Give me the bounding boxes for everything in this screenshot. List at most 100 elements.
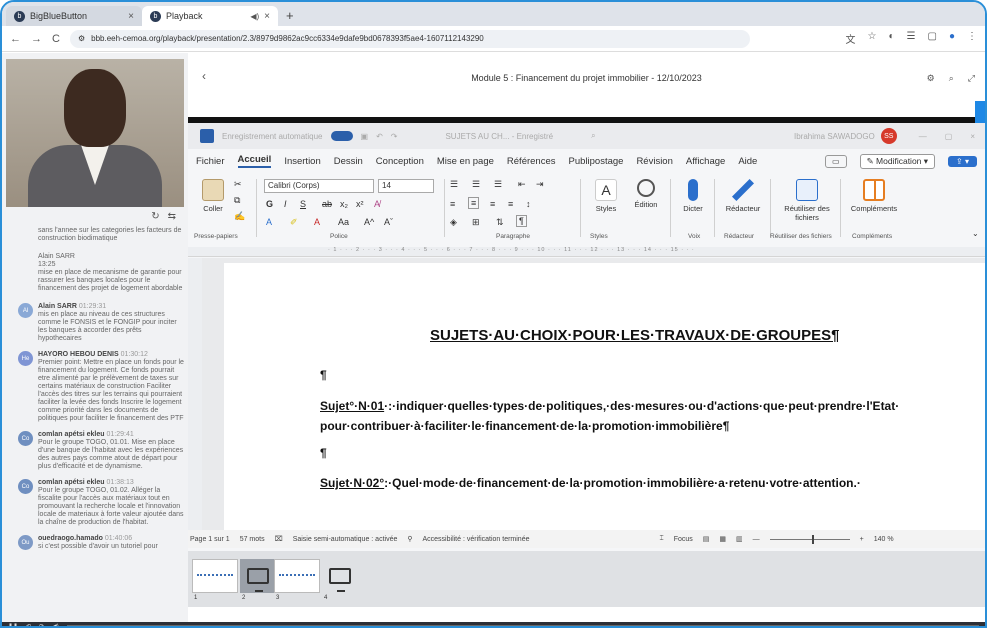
read-mode-icon[interactable]: ▤ [703, 535, 710, 543]
menu-dots-icon[interactable]: ⋮ [967, 31, 977, 46]
bookmark-star-icon[interactable]: ☆ [868, 31, 877, 46]
bullets-icon[interactable]: ☰ [450, 179, 458, 190]
web-layout-icon[interactable]: ▥ [736, 535, 743, 543]
italic-button[interactable]: I [284, 199, 287, 209]
close-icon[interactable]: × [264, 11, 270, 22]
skip-back-icon[interactable]: ↶ [26, 623, 31, 627]
edition-button[interactable]: Édition [628, 179, 664, 209]
zoom-slider[interactable] [769, 534, 850, 544]
bold-button[interactable]: G [266, 199, 273, 209]
extensions-icon[interactable]: ◐ [888, 31, 894, 46]
undo-icon[interactable]: ↶ [376, 132, 383, 141]
fullscreen-toggle[interactable] [975, 101, 985, 123]
share-button[interactable]: ⇪ ▾ [948, 155, 977, 167]
clear-format-icon[interactable]: A̸ [374, 199, 380, 209]
font-name-select[interactable]: Calibri (Corps) [264, 179, 374, 193]
editing-mode-button[interactable]: ✎ Modification ▾ [859, 153, 936, 169]
paste-button[interactable]: Coller [198, 179, 228, 213]
sort-icon[interactable]: ⇅ [496, 217, 504, 228]
menu-revision[interactable]: Révision [636, 156, 672, 167]
align-left-icon[interactable]: ≡ [450, 199, 455, 209]
search-icon[interactable]: ⌕ [949, 73, 954, 84]
change-case-icon[interactable]: Aa [338, 217, 349, 227]
copy-icon[interactable]: ⧉ [234, 195, 240, 206]
restore-icon[interactable]: ▢ [945, 132, 953, 141]
underline-button[interactable]: S [300, 199, 306, 209]
zoom-in-button[interactable]: + [860, 536, 864, 543]
addins-button[interactable]: Compléments [846, 179, 902, 213]
menu-affichage[interactable]: Affichage [686, 156, 725, 167]
focus-icon[interactable]: ⌶ [660, 535, 664, 543]
skip-forward-icon[interactable]: ↷ [39, 623, 44, 627]
comments-button[interactable]: ▭ [825, 154, 847, 168]
document-page[interactable]: SUJETS·AU·CHOIX·POUR·LES·TRAVAUX·DE·GROU… [224, 263, 985, 530]
focus-label[interactable]: Focus [674, 536, 693, 543]
numbering-icon[interactable]: ☰ [472, 179, 480, 190]
slide-thumbnail[interactable] [192, 559, 238, 593]
pause-icon[interactable]: ❚❚ [8, 623, 18, 627]
menu-aide[interactable]: Aide [738, 156, 757, 167]
autosave-toggle[interactable] [330, 131, 353, 141]
font-color-icon[interactable]: A [314, 217, 320, 227]
superscript-button[interactable]: x² [356, 199, 364, 209]
redo-icon[interactable]: ↷ [391, 132, 398, 141]
grow-font-icon[interactable]: A^ [364, 217, 374, 227]
search-icon[interactable]: ⌕ [591, 131, 595, 141]
back-arrow-icon[interactable]: ← [10, 33, 21, 45]
justify-icon[interactable]: ≡ [508, 199, 513, 209]
menu-fichier[interactable]: Fichier [196, 156, 225, 167]
align-center-icon[interactable]: ≡ [468, 197, 480, 209]
multilevel-icon[interactable]: ☰ [494, 179, 502, 190]
close-icon[interactable]: × [970, 132, 975, 141]
subscript-button[interactable]: x₂ [340, 199, 348, 209]
reuse-files-button[interactable]: Réutiliser des fichiers [778, 179, 836, 222]
format-painter-icon[interactable]: ✍ [234, 211, 245, 222]
show-marks-icon[interactable]: ¶ [516, 215, 527, 227]
swap-icon[interactable]: ⇆ [168, 211, 176, 222]
line-spacing-icon[interactable]: ↕ [526, 199, 531, 209]
proofing-icon[interactable]: ⌧ [275, 535, 283, 543]
borders-icon[interactable]: ⊞ [472, 217, 480, 228]
menu-publipostage[interactable]: Publipostage [569, 156, 624, 167]
slide-thumbnail[interactable] [322, 559, 358, 593]
minimize-icon[interactable]: — [919, 132, 927, 141]
new-tab-button[interactable]: + [278, 8, 302, 26]
menu-mise-en-page[interactable]: Mise en page [437, 156, 494, 167]
menu-insertion[interactable]: Insertion [284, 156, 320, 167]
strikethrough-button[interactable]: ab [322, 199, 332, 209]
user-account[interactable]: Ibrahima SAWADOGO SS — ▢ × [794, 128, 975, 144]
menu-references[interactable]: Références [507, 156, 556, 167]
sync-icon[interactable]: ↻ [151, 211, 159, 222]
menu-dessin[interactable]: Dessin [334, 156, 363, 167]
align-right-icon[interactable]: ≡ [490, 199, 495, 209]
highlight-icon[interactable]: ✐ [290, 217, 298, 228]
increase-indent-icon[interactable]: ⇥ [536, 179, 544, 190]
tab-bigbluebutton[interactable]: b BigBlueButton × [6, 6, 142, 26]
ribbon-collapse-icon[interactable]: ⌄ [972, 229, 979, 238]
text-effects-icon[interactable]: A [266, 217, 272, 227]
profile-icon[interactable]: ● [949, 31, 955, 46]
translate-icon[interactable]: 文 [846, 31, 856, 46]
save-icon[interactable]: ▣ [361, 132, 369, 141]
reload-icon[interactable]: C [52, 33, 60, 45]
sidepanel-icon[interactable]: ▢ [928, 31, 937, 46]
site-settings-icon[interactable]: ⚙ [78, 34, 85, 43]
font-size-select[interactable]: 14 [378, 179, 434, 193]
speaker-icon[interactable]: ◀) [250, 12, 259, 21]
tab-playback[interactable]: b Playback ◀) × [142, 6, 278, 26]
playback-progress[interactable] [66, 625, 979, 626]
slide-thumbnail[interactable] [274, 559, 320, 593]
dictate-button[interactable]: Dicter [676, 179, 710, 213]
decrease-indent-icon[interactable]: ⇤ [518, 179, 526, 190]
url-input[interactable]: ⚙ bbb.eeh-cemoa.org/playback/presentatio… [69, 29, 750, 48]
shading-icon[interactable]: ◈ [450, 217, 457, 228]
forward-arrow-icon[interactable]: → [31, 33, 42, 45]
volume-icon[interactable]: ◀) [52, 623, 59, 627]
editor-button[interactable]: Rédacteur [720, 179, 766, 213]
settings-icon[interactable]: ⚙ [927, 73, 935, 84]
slide-thumbnail[interactable] [240, 559, 276, 593]
print-layout-icon[interactable]: ▦ [719, 535, 726, 543]
cut-icon[interactable]: ✂ [234, 179, 242, 190]
menu-conception[interactable]: Conception [376, 156, 424, 167]
expand-icon[interactable]: ⤢ [968, 73, 975, 84]
